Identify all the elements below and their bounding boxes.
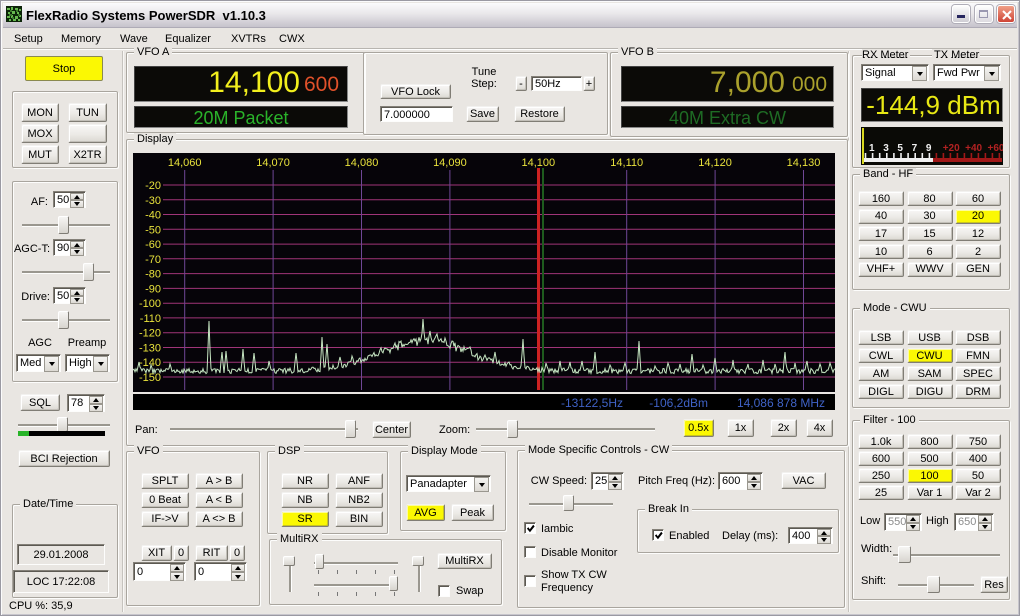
svg-text:-20: -20 <box>145 180 161 192</box>
svg-text:1: 1 <box>869 143 875 154</box>
svg-text:+20: +20 <box>943 143 960 154</box>
svg-text:5: 5 <box>897 143 903 154</box>
svg-text:-90: -90 <box>145 283 161 295</box>
svg-text:+40: +40 <box>965 143 982 154</box>
svg-text:7: 7 <box>912 143 918 154</box>
svg-text:-110: -110 <box>140 313 161 325</box>
svg-text:-130: -130 <box>139 343 161 355</box>
svg-text:-120: -120 <box>139 328 161 340</box>
svg-text:-60: -60 <box>145 239 161 251</box>
svg-text:9: 9 <box>926 143 932 154</box>
svg-text:-50: -50 <box>145 224 161 236</box>
svg-text:+60: +60 <box>988 143 1003 154</box>
svg-text:-100: -100 <box>139 298 161 310</box>
svg-text:14,080: 14,080 <box>345 157 379 169</box>
svg-text:14,120: 14,120 <box>698 157 732 169</box>
svg-text:-70: -70 <box>145 254 161 266</box>
svg-text:14,130: 14,130 <box>787 157 821 169</box>
svg-text:14,090: 14,090 <box>433 157 467 169</box>
svg-text:-80: -80 <box>145 269 161 281</box>
svg-text:3: 3 <box>883 143 889 154</box>
svg-text:-150: -150 <box>139 372 161 384</box>
svg-text:14,070: 14,070 <box>256 157 290 169</box>
svg-text:14,060: 14,060 <box>168 157 202 169</box>
svg-text:14,100: 14,100 <box>521 157 555 169</box>
svg-text:14,110: 14,110 <box>610 157 643 169</box>
svg-text:-40: -40 <box>145 210 161 222</box>
svg-text:-30: -30 <box>145 195 161 207</box>
